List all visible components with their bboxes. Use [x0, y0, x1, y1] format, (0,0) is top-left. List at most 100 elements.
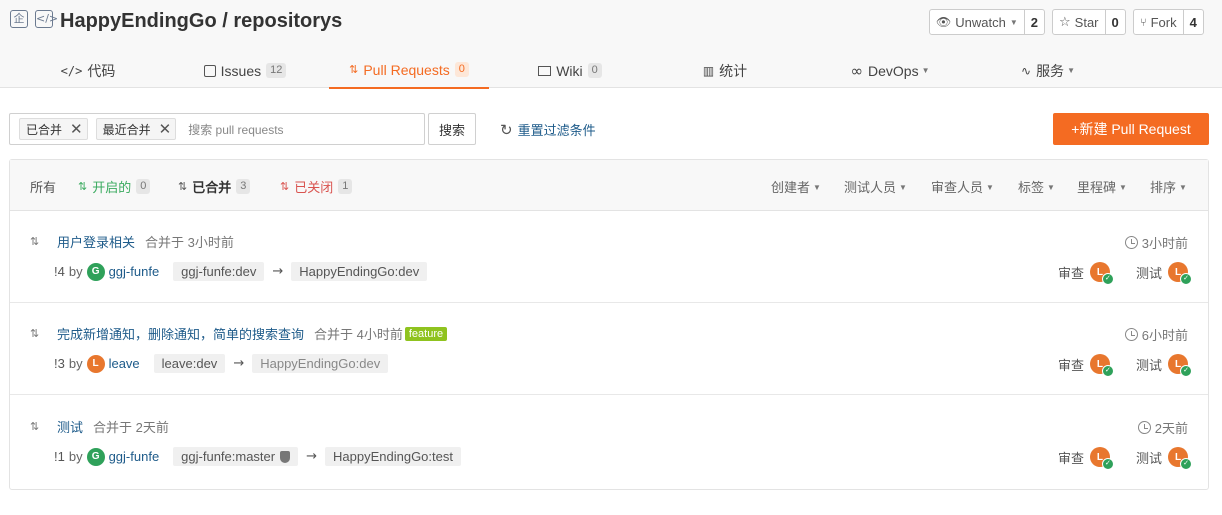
- status-tab-merged[interactable]: ⇅ 已合并 3: [178, 177, 251, 196]
- clock-icon: [1124, 236, 1138, 249]
- pr-merged-time: 合并于 4小时前: [314, 327, 403, 342]
- pr-merged-time: 合并于 2天前: [93, 420, 169, 435]
- arrow-right-icon: →: [306, 449, 318, 464]
- fork-button[interactable]: ⑂ Fork 4: [1133, 9, 1204, 35]
- filter-chip-recent-merged: 最近合并 ✕: [95, 118, 177, 140]
- search-input[interactable]: 搜索 pull requests: [188, 121, 283, 138]
- arrow-right-icon: →: [233, 356, 245, 371]
- merged-icon: ⇅: [30, 420, 40, 433]
- pr-time: 2天前: [1137, 418, 1188, 437]
- watch-count[interactable]: 2: [1023, 10, 1044, 34]
- tab-service[interactable]: ∿ 服务 ▼: [1000, 52, 1096, 89]
- closed-pr-icon: ⇅: [280, 180, 290, 193]
- clock-icon: [1137, 421, 1151, 434]
- repo-name-link[interactable]: repositorys: [233, 10, 342, 32]
- merged-count-badge: 3: [236, 179, 251, 194]
- star-button[interactable]: ☆ Star 0: [1052, 9, 1126, 35]
- test-label: 测试: [1135, 265, 1162, 281]
- dropdown-creator[interactable]: 创建者 ▼: [771, 177, 821, 196]
- target-branch[interactable]: HappyEndingGo:test: [325, 447, 461, 466]
- pr-reviewers: 审查 L ✓ 测试 L ✓: [1058, 262, 1192, 285]
- source-branch[interactable]: ggj-funfe:master: [173, 447, 299, 466]
- pull-request-icon: ⇅: [349, 63, 359, 76]
- target-branch[interactable]: HappyEndingGo:dev: [291, 262, 428, 281]
- fork-count[interactable]: 4: [1182, 10, 1203, 34]
- reviewer-avatar[interactable]: L ✓: [1089, 354, 1114, 377]
- chevron-down-icon: ▼: [813, 183, 821, 192]
- chevron-down-icon: ▼: [899, 183, 907, 192]
- dropdown-milestone[interactable]: 里程碑 ▼: [1077, 177, 1127, 196]
- clock-icon: [1124, 328, 1138, 341]
- reviewer-avatar[interactable]: L ✓: [1089, 447, 1114, 470]
- review-label: 审查: [1057, 450, 1084, 466]
- tester-avatar[interactable]: L ✓: [1168, 354, 1192, 377]
- avatar[interactable]: G: [86, 447, 105, 466]
- status-tab-open[interactable]: ⇅ 开启的 0: [78, 177, 151, 196]
- check-icon: ✓: [1101, 273, 1114, 285]
- code-icon: </>: [60, 63, 83, 78]
- pr-title-link[interactable]: 测试: [57, 417, 83, 436]
- pull-request-list: 所有 ⇅ 开启的 0 ⇅ 已合并 3 ⇅ 已关闭 1 创建者 ▼ 测试人员 ▼ 审查…: [9, 159, 1209, 490]
- pr-label-feature[interactable]: feature: [404, 326, 448, 341]
- reset-filter-link[interactable]: ↻ 重置过滤条件: [500, 120, 596, 139]
- filter-search-box[interactable]: 已合并 ✕ 最近合并 ✕ 搜索 pull requests: [9, 113, 425, 145]
- dropdown-reviewer[interactable]: 审查人员 ▼: [931, 177, 994, 196]
- check-icon: ✓: [1101, 365, 1114, 377]
- pull-request-row: ⇅ 用户登录相关 合并于 3小时前 !4 by G ggj-funfe ggj-…: [10, 211, 1208, 303]
- repo-owner-link[interactable]: HappyEndingGo: [60, 10, 217, 32]
- status-tab-closed[interactable]: ⇅ 已关闭 1: [280, 177, 353, 196]
- pr-author-link[interactable]: ggj-funfe: [109, 449, 160, 464]
- pr-time: 3小时前: [1124, 233, 1188, 252]
- repo-title: HappyEndingGo / repositorys: [60, 10, 342, 33]
- pr-number[interactable]: !1: [54, 449, 65, 464]
- dropdown-tester[interactable]: 测试人员 ▼: [844, 177, 907, 196]
- repo-header: 企 </> HappyEndingGo / repositorys 👁 Unwat…: [0, 0, 1222, 89]
- fork-icon: ⑂: [1140, 15, 1147, 29]
- check-icon: ✓: [1180, 273, 1192, 285]
- avatar[interactable]: G: [86, 262, 105, 281]
- arrow-right-icon: →: [272, 264, 284, 279]
- pr-by: by: [68, 356, 83, 371]
- status-tab-all[interactable]: 所有: [30, 177, 56, 196]
- tab-devops[interactable]: ∞ DevOps ▼: [830, 52, 950, 89]
- avatar[interactable]: L: [86, 354, 105, 373]
- close-icon[interactable]: ✕: [159, 121, 172, 137]
- tab-pull-requests[interactable]: ⇅ Pull Requests 0: [329, 52, 489, 89]
- pull-requests-count-badge: 0: [454, 62, 469, 77]
- merged-icon: ⇅: [178, 180, 188, 193]
- dropdown-label[interactable]: 标签 ▼: [1018, 177, 1055, 196]
- repo-separator: /: [222, 10, 228, 32]
- new-pull-request-button[interactable]: +新建 Pull Request: [1053, 113, 1209, 145]
- target-branch[interactable]: HappyEndingGo:dev: [252, 354, 389, 373]
- source-branch[interactable]: ggj-funfe:dev: [173, 262, 265, 281]
- pull-request-row: ⇅ 测试 合并于 2天前 !1 by G ggj-funfe ggj-funfe…: [10, 396, 1208, 488]
- pr-number[interactable]: !4: [54, 264, 65, 279]
- check-icon: ✓: [1101, 458, 1114, 470]
- merged-icon: ⇅: [30, 235, 40, 248]
- wiki-icon: [538, 65, 552, 76]
- pr-title-link[interactable]: 完成新增通知，删除通知，简单的搜索查询: [57, 324, 304, 343]
- tester-avatar[interactable]: L ✓: [1168, 262, 1192, 285]
- chevron-down-icon: ▼: [1119, 183, 1127, 192]
- pr-number[interactable]: !3: [54, 356, 65, 371]
- chevron-down-icon: ▼: [1067, 66, 1075, 75]
- close-icon[interactable]: ✕: [70, 121, 83, 137]
- tab-code[interactable]: </> 代码: [36, 52, 140, 89]
- pr-author-link[interactable]: leave: [109, 356, 140, 371]
- search-button[interactable]: 搜索: [428, 113, 476, 145]
- tab-issues[interactable]: Issues 12: [190, 52, 300, 89]
- eye-icon: 👁: [936, 15, 952, 29]
- watch-button[interactable]: 👁 Unwatch ▼ 2: [929, 9, 1045, 35]
- tab-stats[interactable]: ▥ 统计: [680, 52, 770, 89]
- reviewer-avatar[interactable]: L ✓: [1089, 262, 1114, 285]
- source-branch[interactable]: leave:dev: [153, 354, 226, 373]
- pr-title-link[interactable]: 用户登录相关: [57, 232, 135, 251]
- star-count[interactable]: 0: [1104, 10, 1125, 34]
- pr-author-link[interactable]: ggj-funfe: [109, 264, 160, 279]
- merged-icon: ⇅: [30, 327, 40, 340]
- tester-avatar[interactable]: L ✓: [1168, 447, 1192, 470]
- pr-time: 6小时前: [1124, 325, 1188, 344]
- check-icon: ✓: [1180, 458, 1192, 470]
- tab-wiki[interactable]: Wiki 0: [515, 52, 625, 89]
- dropdown-sort[interactable]: 排序 ▼: [1150, 177, 1187, 196]
